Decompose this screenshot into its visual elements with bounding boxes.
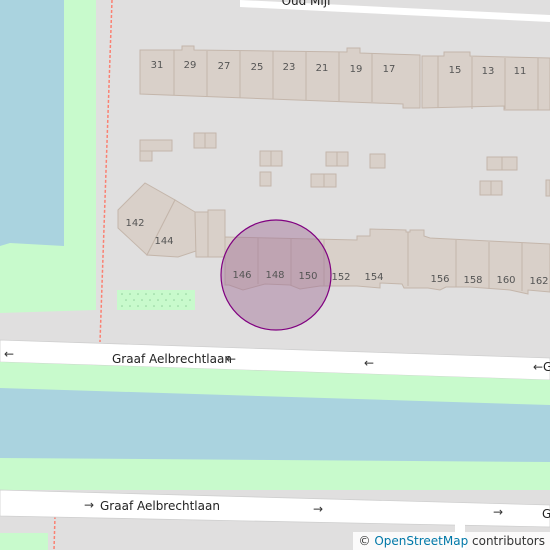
house-number: 21	[316, 63, 329, 74]
house-number: 146	[232, 270, 251, 281]
house-number: 152	[331, 272, 350, 283]
road-label-lower: Graaf Aelbrechtlaan	[100, 499, 220, 513]
attribution-suffix: contributors	[472, 534, 545, 548]
openstreetmap-link[interactable]: OpenStreetMap	[374, 534, 468, 548]
house-number: 13	[482, 66, 495, 77]
house-number: 148	[265, 270, 284, 281]
house-number: 19	[350, 64, 363, 75]
oneway-arrow: ←	[4, 347, 14, 361]
house-number: 162	[529, 276, 548, 287]
top-street-label: Oud Mijl	[282, 0, 331, 8]
road-label-edge: G	[543, 360, 550, 374]
map-attribution: © OpenStreetMap contributors	[352, 532, 550, 550]
house-number: 11	[514, 66, 527, 77]
house-number: 23	[283, 62, 296, 73]
house-number: 15	[449, 65, 462, 76]
oneway-arrow: ←	[226, 352, 236, 366]
oneway-arrow: ←	[533, 360, 543, 374]
house-number: 29	[184, 60, 197, 71]
house-number: 142	[125, 218, 144, 229]
oneway-arrow: →	[493, 505, 503, 519]
park-bottom	[0, 533, 48, 550]
house-number: 27	[218, 61, 231, 72]
water-area	[0, 0, 64, 246]
copyright-symbol: ©	[358, 534, 371, 548]
oneway-arrow: →	[84, 498, 94, 512]
house-number: 17	[383, 64, 396, 75]
oneway-arrow: ←	[364, 356, 374, 370]
house-number: 156	[430, 274, 449, 285]
oneway-arrow: →	[313, 502, 323, 516]
map-canvas: Oud Mijl 31 29 27 25 23 21 19 17 15 13 1…	[0, 0, 550, 550]
garden-area	[117, 290, 195, 310]
road-label-upper: Graaf Aelbrechtlaan	[112, 352, 232, 366]
house-number: 158	[463, 275, 482, 286]
house-number: 144	[154, 236, 173, 247]
house-number: 160	[496, 275, 515, 286]
house-number: 150	[298, 271, 317, 282]
road-label-edge: G	[542, 507, 550, 521]
house-number: 31	[151, 60, 164, 71]
map-view[interactable]: Oud Mijl 31 29 27 25 23 21 19 17 15 13 1…	[0, 0, 550, 550]
house-number: 154	[364, 272, 383, 283]
house-number: 25	[251, 62, 264, 73]
